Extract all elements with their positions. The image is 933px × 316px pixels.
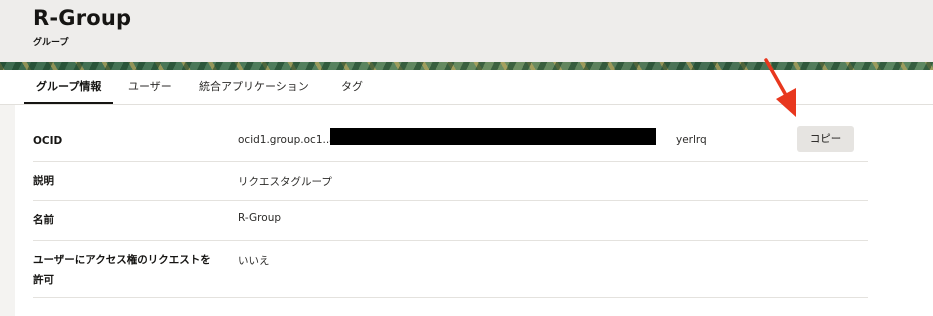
annotation-arrow-icon [764, 58, 796, 117]
